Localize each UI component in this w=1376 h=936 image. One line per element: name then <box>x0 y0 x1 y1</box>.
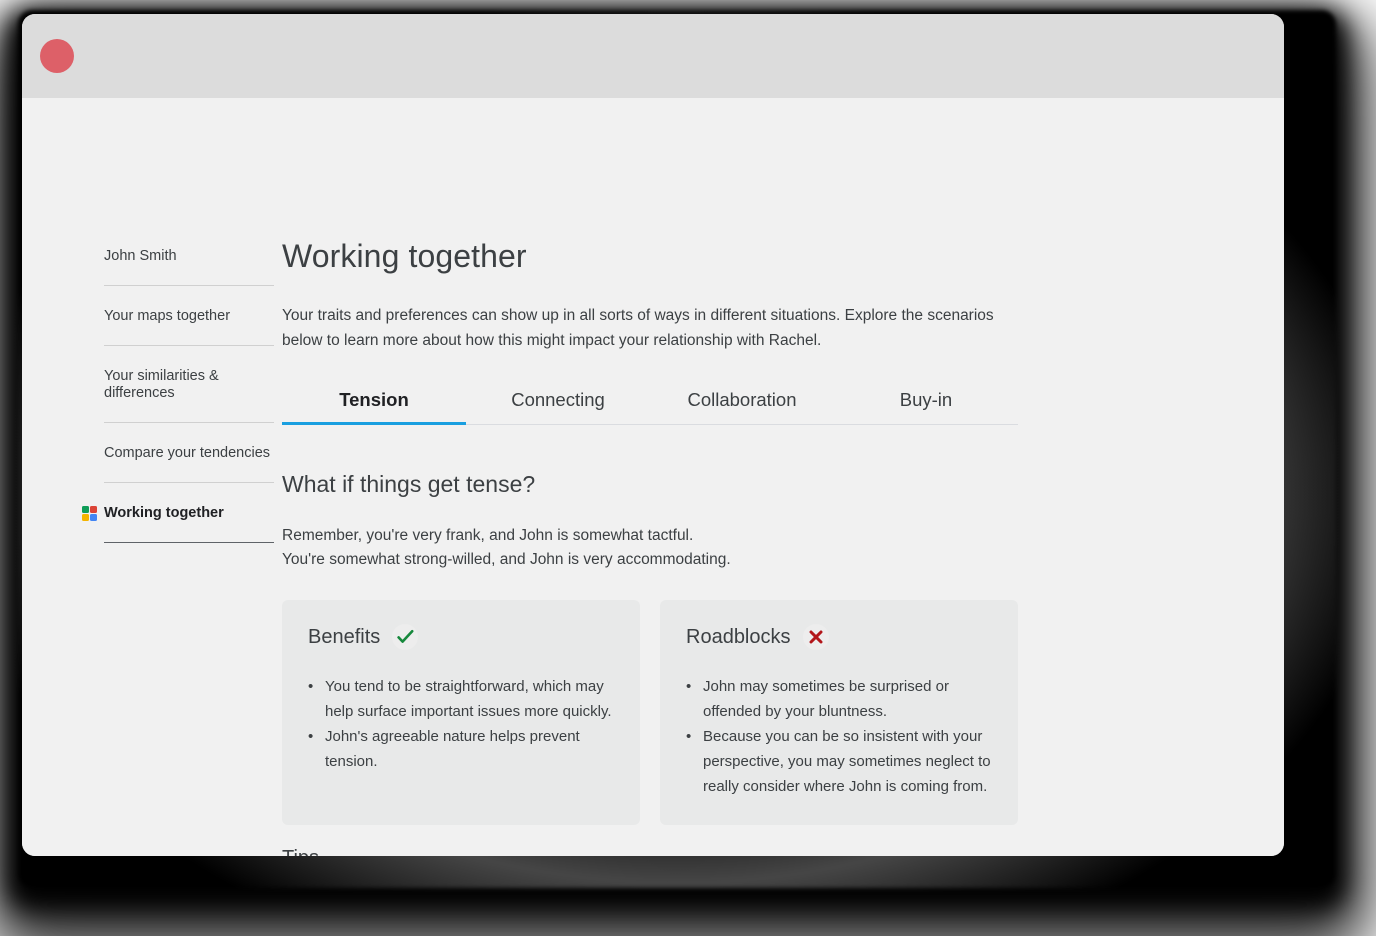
list-item: Because you can be so insistent with you… <box>686 724 992 799</box>
sidebar-nav: John Smith Your maps together Your simil… <box>22 142 282 856</box>
benefits-list: You tend to be straightforward, which ma… <box>308 674 614 774</box>
remember-line-1: Remember, you're very frank, and John is… <box>282 527 694 544</box>
tips-title: Tips <box>282 847 1018 856</box>
roadblocks-list: John may sometimes be surprised or offen… <box>686 674 992 799</box>
sidebar-item-compare-your-tendencies[interactable]: Compare your tendencies <box>104 445 274 483</box>
page-viewport: John Smith Your maps together Your simil… <box>22 98 1284 856</box>
tab-connecting[interactable]: Connecting <box>466 389 650 424</box>
roadblocks-card: Roadblocks John may sometimes be surpris… <box>660 600 1018 825</box>
close-window-button[interactable] <box>40 39 74 73</box>
benefits-card: Benefits You tend to be straightforward,… <box>282 600 640 825</box>
benefits-card-title: Benefits <box>308 625 381 648</box>
roadblocks-card-title: Roadblocks <box>686 625 791 648</box>
remember-line-2: You're somewhat strong-willed, and John … <box>282 551 731 568</box>
tab-label: Buy-in <box>899 389 953 410</box>
green-check-icon <box>392 624 419 650</box>
sidebar-item-label: Your similarities & differences <box>104 368 219 401</box>
tab-label: Connecting <box>511 389 605 410</box>
tab-buy-in[interactable]: Buy-in <box>834 389 1018 424</box>
benefits-card-header: Benefits <box>308 624 614 650</box>
page-intro-text: Your traits and preferences can show up … <box>282 307 994 349</box>
app-window: John Smith Your maps together Your simil… <box>22 14 1284 856</box>
sidebar-item-john-smith[interactable]: John Smith <box>104 248 274 286</box>
section-title: What if things get tense? <box>282 471 536 497</box>
list-item: John's agreeable nature helps prevent te… <box>308 724 614 774</box>
page-title: Working together <box>282 238 527 274</box>
four-dot-grid-icon <box>82 506 97 521</box>
tab-collaboration[interactable]: Collaboration <box>650 389 834 424</box>
main-content: Working together Your traits and prefere… <box>282 142 1102 856</box>
cards-row: Benefits You tend to be straightforward,… <box>282 600 1018 825</box>
sidebar-item-your-maps-together[interactable]: Your maps together <box>104 308 274 346</box>
remember-block: Remember, you're very frank, and John is… <box>282 524 1018 572</box>
roadblocks-card-header: Roadblocks <box>686 624 992 650</box>
list-item: John may sometimes be surprised or offen… <box>686 674 992 724</box>
red-x-icon <box>802 624 829 650</box>
scenario-tabs: Tension Connecting Collaboration Buy-in <box>282 389 1018 425</box>
sidebar-item-working-together[interactable]: Working together <box>82 505 274 543</box>
tab-label: Tension <box>339 389 409 410</box>
sidebar-item-label: Compare your tendencies <box>104 445 271 461</box>
list-item: You tend to be straightforward, which ma… <box>308 674 614 724</box>
window-titlebar <box>22 14 1284 98</box>
sidebar-item-your-similarities-and-differences[interactable]: Your similarities & differences <box>104 368 274 423</box>
sidebar-item-label: Working together <box>104 505 224 521</box>
tab-label: Collaboration <box>687 389 797 410</box>
sidebar-item-label: John Smith <box>104 248 177 264</box>
sidebar-item-label: Your maps together <box>104 308 231 324</box>
tab-tension[interactable]: Tension <box>282 389 466 425</box>
